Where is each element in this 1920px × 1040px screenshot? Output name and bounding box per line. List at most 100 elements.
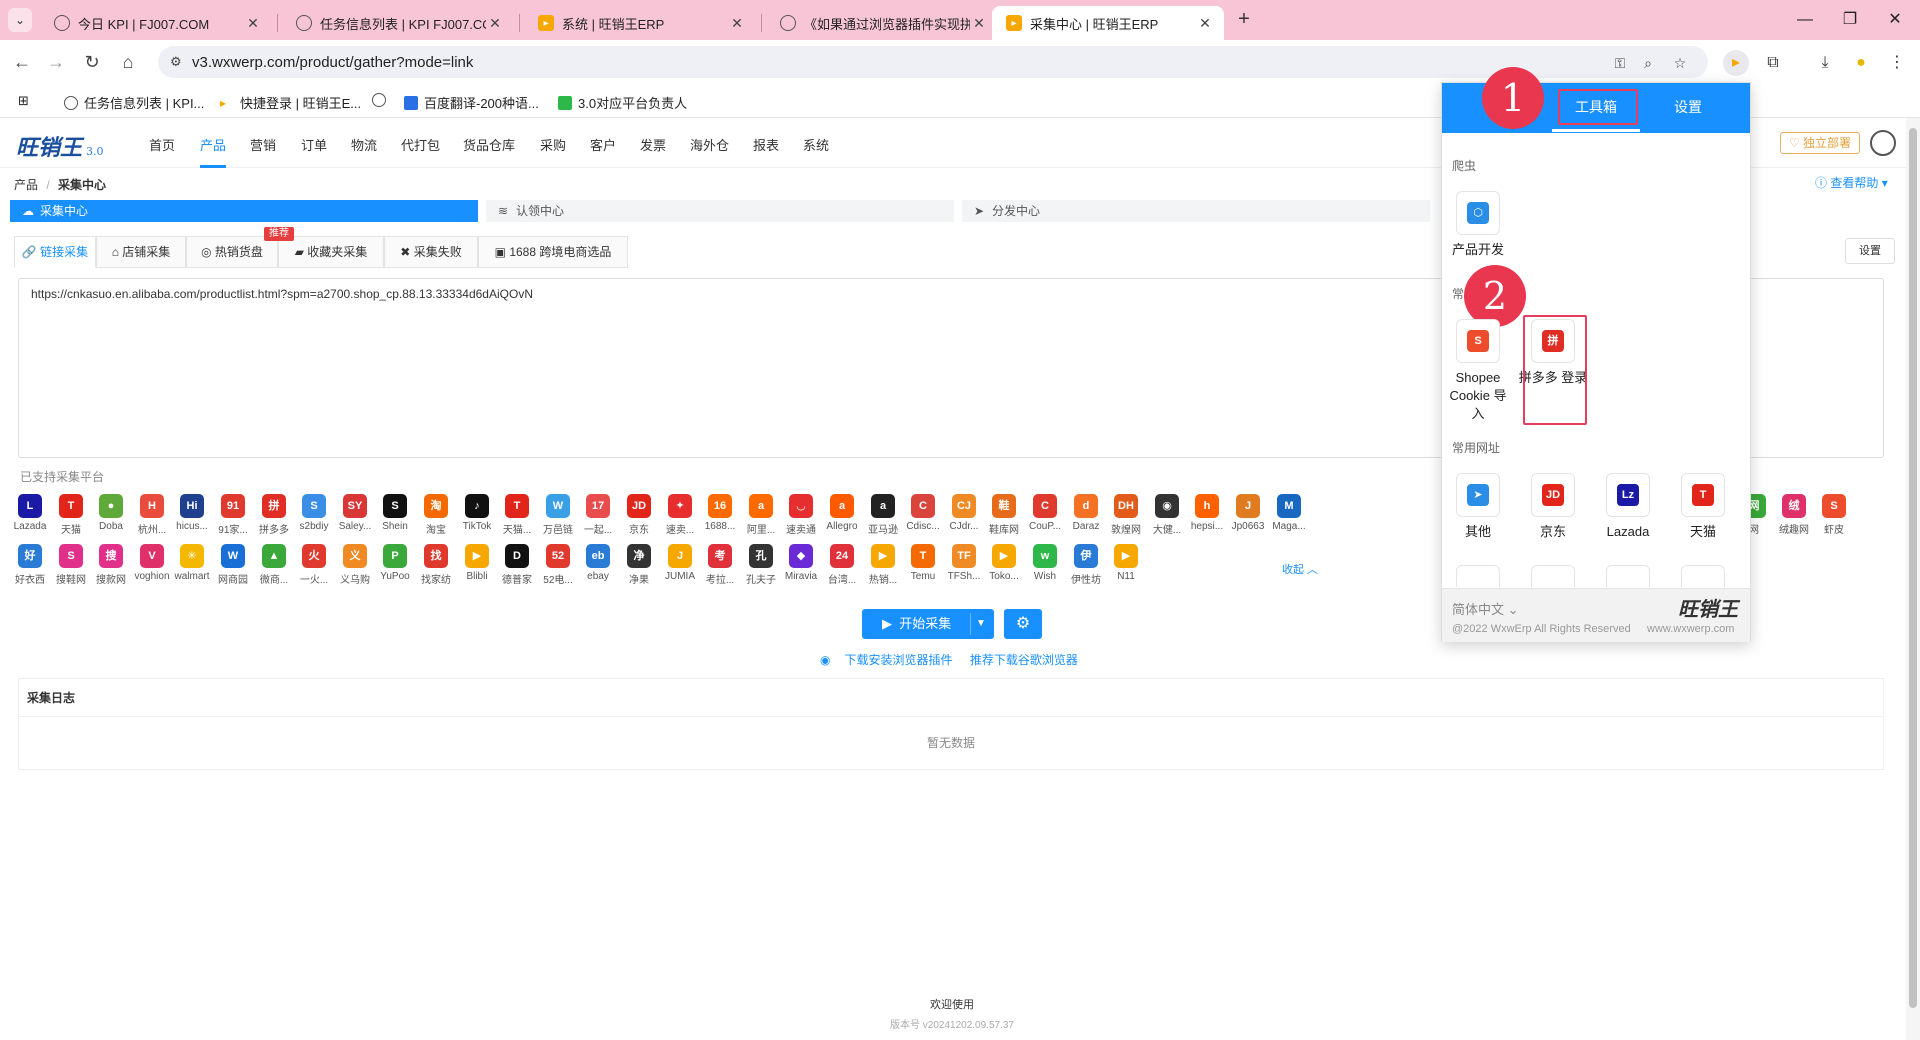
user-avatar-icon[interactable] [1870, 130, 1896, 156]
help-link[interactable]: ⓘ 查看帮助 ▾ [1815, 174, 1888, 191]
download-chrome-link[interactable]: 推荐下载谷歌浏览器 [970, 653, 1078, 667]
menu-item-6[interactable]: 货品仓库 [463, 135, 515, 154]
url-text[interactable]: v3.wxwerp.com/product/gather?mode=link [192, 54, 473, 71]
url-more-1[interactable] [1456, 565, 1500, 587]
platform-platforms_row2-6[interactable]: ▲ 微商... [252, 544, 296, 586]
menu-item-7[interactable]: 采购 [540, 135, 566, 154]
platform-platforms_row1-26[interactable]: d Daraz [1064, 494, 1108, 532]
platform-platforms_row1-21[interactable]: a 亚马逊 [861, 494, 905, 536]
url-tmall[interactable]: T 天猫 [1668, 473, 1738, 541]
platform-platforms_row1-28[interactable]: ◉ 大健... [1145, 494, 1189, 536]
url-other[interactable]: ➤ 其他 [1443, 473, 1513, 541]
menu-item-1[interactable]: 产品 [200, 135, 226, 154]
bookmark-2[interactable]: ▸ 快捷登录 | 旺销王E... [220, 93, 361, 112]
platform-platforms_row1-16[interactable]: ✦ 速卖... [658, 494, 702, 536]
tab-favorites-gather[interactable]: ▰ 收藏夹采集 [278, 236, 384, 268]
platform-platforms_row1-2[interactable]: ● Doba [89, 494, 133, 532]
site-info-icon[interactable]: ⚙ [170, 54, 186, 70]
close-tab-icon[interactable]: ✕ [728, 15, 746, 32]
tab-1688-crossborder[interactable]: ▣ 1688 跨境电商选品 [478, 236, 628, 268]
platform-platforms_row2-22[interactable]: T Temu [901, 544, 945, 582]
collapse-link[interactable]: 收起 ︿ [1282, 561, 1318, 577]
tab-link-gather[interactable]: 🔗 链接采集 [14, 236, 96, 268]
platform-right-1[interactable]: 绒绒趣网 [1772, 494, 1816, 536]
start-gather-button[interactable]: ▶ 开始采集 ▼ [862, 609, 994, 639]
platform-platforms_row1-13[interactable]: W 万邑链 [536, 494, 580, 536]
platform-platforms_row1-8[interactable]: SY Saley... [333, 494, 377, 532]
platform-platforms_row2-15[interactable]: 净净果 [617, 544, 661, 586]
platform-platforms_row2-12[interactable]: D 德普家 [495, 544, 539, 586]
platform-platforms_row1-15[interactable]: JD 京东 [617, 494, 661, 536]
step-distribute-center[interactable]: ➤ 分发中心 [962, 200, 1430, 222]
reload-icon[interactable]: ↻ [80, 50, 104, 74]
platform-platforms_row1-9[interactable]: S Shein [373, 494, 417, 532]
browser-tab-1[interactable]: 今日 KPI | FJ007.COM ✕ [40, 6, 272, 40]
menu-item-5[interactable]: 代打包 [401, 135, 440, 154]
profile-avatar-icon[interactable]: ● [1848, 50, 1874, 76]
platform-platforms_row2-10[interactable]: 找找家纺 [414, 544, 458, 586]
platform-platforms_row2-27[interactable]: ▶ N11 [1104, 544, 1148, 582]
platform-platforms_row1-10[interactable]: 淘淘宝 [414, 494, 458, 536]
platform-platforms_row2-13[interactable]: 52 52电... [536, 544, 580, 586]
platform-platforms_row2-5[interactable]: W 网商园 [211, 544, 255, 586]
platform-platforms_row1-11[interactable]: ♪ TikTok [455, 494, 499, 532]
new-tab-plus-icon[interactable]: + [1232, 8, 1256, 32]
menu-item-11[interactable]: 报表 [753, 135, 779, 154]
platform-platforms_row1-25[interactable]: C CouP... [1023, 494, 1067, 532]
menu-item-4[interactable]: 物流 [351, 135, 377, 154]
menu-item-12[interactable]: 系统 [803, 135, 829, 154]
platform-platforms_row1-29[interactable]: h hepsi... [1185, 494, 1229, 532]
platform-platforms_row2-19[interactable]: ◆ Miravia [779, 544, 823, 582]
restore-icon[interactable]: ❐ [1825, 0, 1875, 40]
platform-platforms_row1-7[interactable]: Ss2bdiy [292, 494, 336, 532]
platform-platforms_row2-21[interactable]: ▶ 热销... [861, 544, 905, 586]
platform-platforms_row1-20[interactable]: a Allegro [820, 494, 864, 532]
address-bar[interactable]: ⚙ v3.wxwerp.com/product/gather?mode=link… [158, 46, 1708, 78]
close-tab-icon[interactable]: ✕ [244, 15, 262, 32]
platform-platforms_row1-5[interactable]: 91 91家... [211, 494, 255, 536]
platform-platforms_row2-3[interactable]: Vvoghion [130, 544, 174, 582]
minimize-icon[interactable]: — [1780, 0, 1830, 40]
tab-search-chevron-icon[interactable]: ⌄ [8, 8, 32, 32]
extensions-puzzle-icon[interactable]: ⧉ [1760, 50, 1786, 76]
platform-platforms_row1-23[interactable]: CJ CJdr... [942, 494, 986, 532]
menu-item-10[interactable]: 海外仓 [690, 135, 729, 154]
menu-item-0[interactable]: 首页 [149, 135, 175, 154]
platform-platforms_row1-24[interactable]: 鞋鞋库网 [982, 494, 1026, 536]
language-select[interactable]: 简体中文 ⌄ [1452, 599, 1519, 618]
wxw-logo[interactable]: 旺销王 3.0 [16, 130, 104, 162]
tool-shopee-cookie-import[interactable]: S Shopee Cookie 导入 [1443, 319, 1513, 423]
bookmark-5[interactable]: 3.0对应平台负责人 [558, 93, 687, 112]
close-window-icon[interactable]: ✕ [1870, 0, 1920, 40]
breadcrumb-parent[interactable]: 产品 [14, 178, 38, 192]
platform-platforms_row2-16[interactable]: J JUMIA [658, 544, 702, 582]
download-plugin-link[interactable]: 下载安装浏览器插件 [844, 653, 952, 667]
close-tab-icon[interactable]: ✕ [486, 15, 504, 32]
deploy-button[interactable]: ♡ 独立部署 [1780, 132, 1860, 154]
platform-platforms_row2-1[interactable]: S 搜鞋网 [49, 544, 93, 586]
platform-platforms_row2-14[interactable]: eb ebay [576, 544, 620, 582]
menu-item-8[interactable]: 客户 [590, 135, 616, 154]
menu-item-2[interactable]: 营销 [250, 135, 276, 154]
browser-tab-4[interactable]: 《如果通过浏览器插件实现拼多 ✕ [766, 6, 998, 40]
platform-platforms_row2-4[interactable]: ✳ walmart [170, 544, 214, 582]
platform-platforms_row1-17[interactable]: 16 1688... [698, 494, 742, 532]
platform-platforms_row2-8[interactable]: 义义乌购 [333, 544, 377, 586]
browser-tab-2[interactable]: 任务信息列表 | KPI FJ007.COM ✕ [282, 6, 514, 40]
platform-platforms_row2-17[interactable]: 考考拉... [698, 544, 742, 586]
password-key-icon[interactable]: ⚿ [1610, 53, 1630, 73]
bookmark-4[interactable]: 百度翻译-200种语... [404, 93, 539, 112]
platform-platforms_row2-26[interactable]: 伊伊性坊 [1064, 544, 1108, 586]
popup-tab-settings[interactable]: 设置 [1674, 97, 1702, 117]
platform-platforms_row1-6[interactable]: 拼拼多多 [252, 494, 296, 536]
gather-options-gear-button[interactable]: ⚙ [1004, 609, 1042, 639]
platform-right-2[interactable]: S 虾皮 [1812, 494, 1856, 536]
bookmark-1[interactable]: 任务信息列表 | KPI... [64, 93, 204, 112]
platform-platforms_row2-20[interactable]: 24 台湾... [820, 544, 864, 586]
bookmark-star-icon[interactable]: ☆ [1670, 53, 1690, 73]
chevron-down-icon[interactable]: ▼ [976, 609, 986, 639]
platform-platforms_row1-22[interactable]: C Cdisc... [901, 494, 945, 532]
forward-arrow-icon[interactable]: → [44, 50, 68, 74]
platform-platforms_row2-25[interactable]: w Wish [1023, 544, 1067, 582]
browser-tab-3[interactable]: ▸ 系统 | 旺销王ERP ✕ [524, 6, 756, 40]
